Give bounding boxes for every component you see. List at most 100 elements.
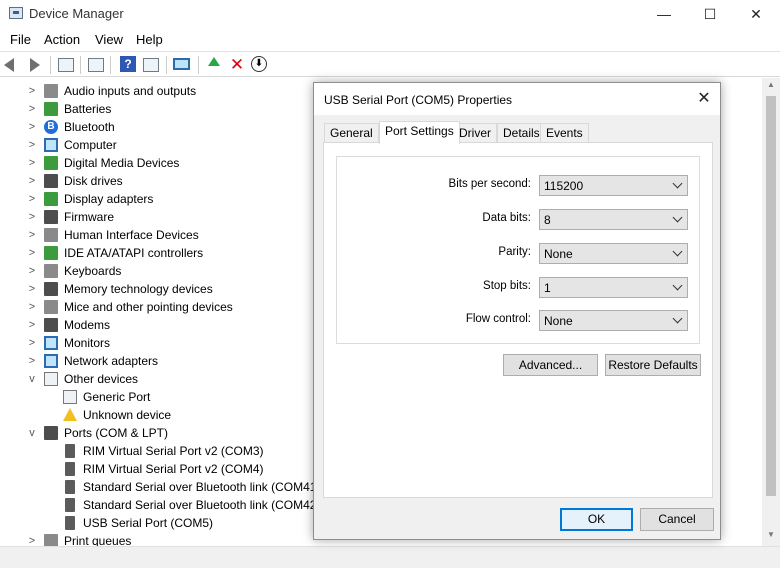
dialog-title-bar: USB Serial Port (COM5) Properties ✕	[314, 83, 720, 115]
advanced-button[interactable]: Advanced...	[503, 354, 598, 376]
serial-port-icon	[65, 498, 75, 512]
tree-category-label: Keyboards	[64, 264, 122, 278]
scroll-down-icon[interactable]: ▼	[762, 530, 780, 539]
close-window-button[interactable]: ✕	[733, 0, 779, 28]
chevron-right-icon[interactable]: >	[27, 532, 37, 546]
help-icon[interactable]: ?	[120, 56, 138, 74]
properties-icon[interactable]	[58, 56, 76, 74]
update-driver-icon[interactable]	[205, 56, 223, 74]
ide-controller-icon	[44, 246, 58, 260]
unknown-device-info-icon	[63, 390, 77, 404]
tree-item-label: RIM Virtual Serial Port v2 (COM3)	[83, 444, 264, 458]
tab-port-settings[interactable]: Port Settings	[379, 121, 460, 144]
speaker-icon	[44, 84, 58, 98]
parity-value: None	[544, 247, 573, 261]
port-icon	[44, 426, 58, 440]
chevron-right-icon[interactable]: >	[27, 190, 37, 208]
chevron-down-icon	[672, 313, 683, 324]
tree-category-label: Memory technology devices	[64, 282, 213, 296]
horizontal-scrollbar[interactable]	[0, 546, 780, 568]
uninstall-icon[interactable]: ✕	[228, 56, 246, 74]
chevron-down-icon[interactable]: v	[27, 370, 37, 388]
printer-icon	[44, 534, 58, 546]
maximize-button[interactable]: ☐	[687, 0, 733, 28]
show-hidden-icon[interactable]	[88, 56, 106, 74]
tree-category-label: Computer	[64, 138, 117, 152]
chevron-right-icon[interactable]: >	[27, 172, 37, 190]
chevron-right-icon[interactable]: >	[27, 352, 37, 370]
chevron-down-icon[interactable]: v	[27, 424, 37, 442]
serial-port-icon	[65, 462, 75, 476]
bits-per-second-select[interactable]: 115200	[539, 175, 688, 196]
dialog-close-icon[interactable]: ✕	[692, 88, 716, 110]
tree-category-label: Batteries	[64, 102, 112, 116]
restore-defaults-button[interactable]: Restore Defaults	[605, 354, 701, 376]
bits-per-second-value: 115200	[544, 179, 584, 193]
bits-per-second-label: Bits per second:	[448, 178, 531, 190]
menu-view[interactable]: View	[95, 32, 123, 47]
dialog-title: USB Serial Port (COM5) Properties	[324, 93, 513, 107]
chevron-right-icon[interactable]: >	[27, 226, 37, 244]
monitor-icon	[44, 336, 58, 350]
back-icon[interactable]	[4, 56, 22, 74]
data-bits-label: Data bits:	[482, 212, 531, 224]
parity-select[interactable]: None	[539, 243, 688, 264]
tab-events[interactable]: Events	[540, 123, 589, 143]
device-manager-icon	[9, 7, 23, 19]
chevron-right-icon[interactable]: >	[27, 100, 37, 118]
tree-item-label: Generic Port	[83, 390, 151, 404]
disk-drive-icon	[44, 174, 58, 188]
vertical-scrollbar[interactable]: ▲ ▼	[762, 78, 780, 546]
media-device-icon	[44, 156, 58, 170]
tree-item-label: RIM Virtual Serial Port v2 (COM4)	[83, 462, 264, 476]
action-view-icon[interactable]	[143, 56, 161, 74]
tab-general[interactable]: General	[324, 123, 379, 143]
tree-category-label: Mice and other pointing devices	[64, 300, 233, 314]
chevron-right-icon[interactable]: >	[27, 154, 37, 172]
chevron-right-icon[interactable]: >	[27, 136, 37, 154]
chevron-right-icon[interactable]: >	[27, 280, 37, 298]
port-settings-panel: Bits per second: 115200 Data bits: 8 Par…	[323, 142, 713, 498]
chevron-down-icon	[672, 246, 683, 257]
serial-port-icon	[65, 444, 75, 458]
flow-control-select[interactable]: None	[539, 310, 688, 331]
tab-details[interactable]: Details	[497, 123, 546, 143]
data-bits-select[interactable]: 8	[539, 209, 688, 230]
chevron-right-icon[interactable]: >	[27, 118, 37, 136]
parity-label: Parity:	[498, 246, 531, 258]
menu-help[interactable]: Help	[136, 32, 163, 47]
tree-category-label: Print queues	[64, 534, 132, 546]
tree-category-label: Other devices	[64, 372, 139, 386]
serial-port-icon	[65, 516, 75, 530]
scrollbar-thumb[interactable]	[766, 96, 776, 496]
scan-hardware-icon[interactable]	[173, 56, 191, 74]
tree-item-label: USB Serial Port (COM5)	[83, 516, 214, 530]
toolbar-separator	[110, 56, 111, 74]
tree-category-label: Bluetooth	[64, 120, 115, 134]
menu-bar: File Action View Help	[0, 28, 780, 50]
tree-category-label: Display adapters	[64, 192, 154, 206]
keyboard-icon	[44, 264, 58, 278]
chevron-right-icon[interactable]: >	[27, 298, 37, 316]
download-icon[interactable]: ⬇	[251, 56, 269, 74]
chevron-right-icon[interactable]: >	[27, 316, 37, 334]
chevron-right-icon[interactable]: >	[27, 208, 37, 226]
cancel-button[interactable]: Cancel	[640, 508, 714, 531]
stop-bits-value: 1	[544, 281, 551, 295]
memory-icon	[44, 282, 58, 296]
menu-action[interactable]: Action	[44, 32, 80, 47]
menu-file[interactable]: File	[10, 32, 31, 47]
minimize-button[interactable]: —	[641, 0, 687, 28]
chevron-down-icon	[672, 178, 683, 189]
chevron-right-icon[interactable]: >	[27, 334, 37, 352]
chevron-right-icon[interactable]: >	[27, 82, 37, 100]
mouse-icon	[44, 300, 58, 314]
stop-bits-select[interactable]: 1	[539, 277, 688, 298]
ok-button[interactable]: OK	[560, 508, 633, 531]
forward-icon[interactable]	[26, 56, 44, 74]
title-bar: Device Manager — ☐ ✕	[0, 0, 780, 28]
chevron-right-icon[interactable]: >	[27, 244, 37, 262]
tree-category-label: Human Interface Devices	[64, 228, 199, 242]
chevron-right-icon[interactable]: >	[27, 262, 37, 280]
scroll-up-icon[interactable]: ▲	[762, 80, 780, 89]
